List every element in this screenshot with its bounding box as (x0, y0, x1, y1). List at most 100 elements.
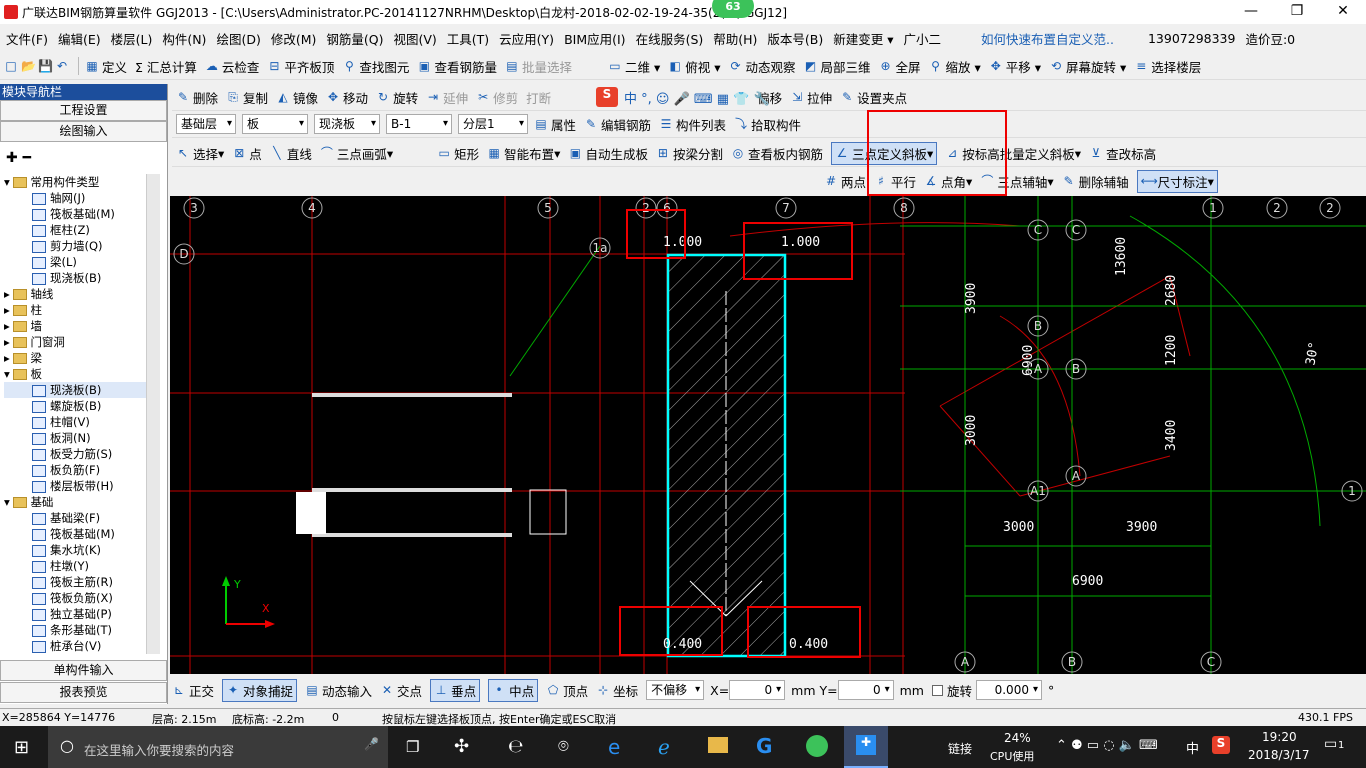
tree-leaf[interactable]: 柱帽(V) (4, 414, 148, 430)
ime-indicator[interactable]: 中 (1186, 738, 1199, 757)
ime-toolbar[interactable]: 中 °, ☺ 🎤 ⌨ ▦ 👕 🔧 (624, 88, 770, 107)
mic-icon[interactable]: 🎤 (364, 737, 379, 751)
new-file-icon[interactable]: □ (4, 59, 18, 73)
y-input[interactable]: 0 (837, 680, 894, 700)
file-explorer-icon[interactable] (708, 737, 728, 753)
define-button[interactable]: ▦ 定义 (85, 57, 127, 76)
extend-button[interactable]: ⇥ 延伸 (426, 88, 468, 107)
tree-node[interactable]: ▾ 板 (4, 366, 148, 382)
rectangle-button[interactable]: ▭ 矩形 (437, 144, 479, 163)
tree-node[interactable]: ▾ 基础 (4, 494, 148, 510)
windows-start-icon[interactable]: ⊞ (14, 737, 29, 758)
local-3d-button[interactable]: ◩ 局部三维 (803, 57, 871, 76)
expand-collapse-icon[interactable]: ✚ ━ (6, 150, 31, 166)
tree-leaf[interactable]: 条形基础(T) (4, 622, 148, 638)
report-preview-button[interactable]: 报表预览 (0, 682, 167, 703)
tree-leaf-selected[interactable]: 现浇板(B) (4, 382, 148, 398)
pan-dropdown[interactable]: ✥ 平移 ▾ (989, 57, 1041, 76)
copy-button[interactable]: ⎘ 复制 (226, 88, 268, 107)
midpoint-snap[interactable]: • 中点 (488, 678, 539, 702)
dynamic-view-button[interactable]: ⟳ 动态观察 (728, 57, 795, 76)
tree-leaf[interactable]: 筏板基础(M) (4, 206, 148, 222)
tree-node[interactable]: ▸ 轴线 (4, 286, 148, 302)
tree-leaf[interactable]: 剪力墙(Q) (4, 238, 148, 254)
pick-component-button[interactable]: ⤵ 拾取构件 (734, 115, 801, 134)
menu-edit[interactable]: 编辑(E) (58, 29, 101, 48)
tree-leaf[interactable]: 筏板基础(M) (4, 526, 148, 542)
edit-elevation-button[interactable]: ⊻ 查改标高 (1089, 144, 1156, 163)
trim-button[interactable]: ✂ 修剪 (476, 88, 518, 107)
select-dropdown[interactable]: ↖ 选择 ▾ (176, 144, 224, 163)
intersection-snap[interactable]: ✕ 交点 (380, 681, 422, 700)
set-grip-button[interactable]: ✎ 设置夹点 (840, 88, 907, 107)
menu-component[interactable]: 构件(N) (162, 29, 206, 48)
tree-node[interactable]: ▸ 柱 (4, 302, 148, 318)
menu-tools[interactable]: 工具(T) (447, 29, 489, 48)
save-icon[interactable]: 💾 (38, 59, 53, 73)
tree-leaf[interactable]: 轴网(J) (4, 190, 148, 206)
summary-calc-button[interactable]: Σ 汇总计算 (135, 57, 197, 76)
green-app-icon[interactable] (806, 735, 828, 757)
menu-help[interactable]: 帮助(H) (713, 29, 757, 48)
coordinate-snap[interactable]: ⊹ 坐标 (596, 681, 638, 700)
maximize-button[interactable]: ❐ (1274, 0, 1320, 24)
tree-leaf[interactable]: 板负筋(F) (4, 462, 148, 478)
offset-select[interactable]: 不偏移 (646, 680, 705, 700)
tree-node[interactable]: ▸ 墙 (4, 318, 148, 334)
glodon-g-icon[interactable]: G (756, 734, 772, 758)
tree-leaf[interactable]: 筏板主筋(R) (4, 574, 148, 590)
menu-view[interactable]: 视图(V) (393, 29, 436, 48)
menu-new-change[interactable]: 新建变更 ▾ (833, 29, 893, 48)
cloud-check-button[interactable]: ☁ 云检查 (205, 57, 260, 76)
smart-layout-dropdown[interactable]: ▦ 智能布置 ▾ (487, 144, 560, 163)
two-point-axis-button[interactable]: # 两点 (824, 172, 866, 191)
tree-leaf[interactable]: 梁(L) (4, 254, 148, 270)
tree-leaf[interactable]: 桩承台(V) (4, 638, 148, 654)
three-point-arc-dropdown[interactable]: ⌒ 三点画弧 ▾ (320, 144, 393, 163)
tree-leaf[interactable]: 板洞(N) (4, 430, 148, 446)
auto-generate-slab-button[interactable]: ▣ 自动生成板 (568, 144, 648, 163)
undo-icon[interactable]: ↶ (55, 59, 69, 73)
vertex-snap[interactable]: ⬠ 顶点 (546, 681, 588, 700)
tree-leaf[interactable]: 框柱(Z) (4, 222, 148, 238)
dynamic-input-toggle[interactable]: ▤ 动态输入 (305, 681, 372, 700)
ie-icon[interactable]: ℯ (658, 735, 670, 759)
find-element-button[interactable]: ⚲ 查找图元 (342, 57, 409, 76)
stretch-button[interactable]: ⇲ 拉伸 (790, 88, 832, 107)
browser-e-icon[interactable]: ℮ (508, 736, 523, 757)
point-button[interactable]: ⊠ 点 (232, 144, 262, 163)
select-floor-button[interactable]: ≡ 选择楼层 (1134, 57, 1201, 76)
project-settings-button[interactable]: 工程设置 (0, 100, 167, 121)
tree-scrollbar[interactable] (146, 174, 160, 654)
menu-modify[interactable]: 修改(M) (271, 29, 317, 48)
notification-badge[interactable]: 63 (712, 0, 754, 18)
help-link[interactable]: 如何快速布置自定义范.. (981, 29, 1114, 48)
delete-button[interactable]: ✎ 删除 (176, 88, 218, 107)
rotate-button[interactable]: ↻ 旋转 (376, 88, 418, 107)
menu-floor[interactable]: 楼层(L) (111, 29, 153, 48)
tree-leaf[interactable]: 板受力筋(S) (4, 446, 148, 462)
tree-node[interactable]: ▾ 常用构件类型 (4, 174, 148, 190)
top-view-dropdown[interactable]: ◧ 俯视 ▾ (668, 57, 721, 76)
menu-assistant[interactable]: 广小二 (904, 29, 942, 48)
align-top-button[interactable]: ⊟ 平齐板顶 (267, 57, 334, 76)
link-label[interactable]: 链接 (948, 740, 972, 757)
floor-select[interactable]: 基础层 (176, 114, 236, 134)
drawing-canvas[interactable]: 1.000 1.000 0.400 0.400 3900 3000 13600 … (170, 196, 1366, 674)
close-button[interactable]: ✕ (1320, 0, 1366, 24)
edit-rebar-button[interactable]: ✎ 编辑钢筋 (584, 115, 651, 134)
ortho-toggle[interactable]: ⊾ 正交 (172, 681, 214, 700)
perpendicular-snap[interactable]: ⊥ 垂点 (430, 678, 481, 702)
tree-leaf[interactable]: 现浇板(B) (4, 270, 148, 286)
active-app-button[interactable]: ✚ (844, 726, 888, 768)
tree-leaf[interactable]: 独立基础(P) (4, 606, 148, 622)
component-list-button[interactable]: ☰ 构件列表 (659, 115, 726, 134)
menu-file[interactable]: 文件(F) (6, 29, 48, 48)
menu-cloud[interactable]: 云应用(Y) (499, 29, 554, 48)
x-input[interactable]: 0 (729, 680, 786, 700)
tree-leaf[interactable]: 楼层板带(H) (4, 478, 148, 494)
open-folder-icon[interactable]: 📂 (21, 59, 36, 73)
move-button[interactable]: ✥ 移动 (326, 88, 368, 107)
delete-aux-axis-button[interactable]: ✎ 删除辅轴 (1062, 172, 1129, 191)
tree-leaf[interactable]: 基础梁(F) (4, 510, 148, 526)
